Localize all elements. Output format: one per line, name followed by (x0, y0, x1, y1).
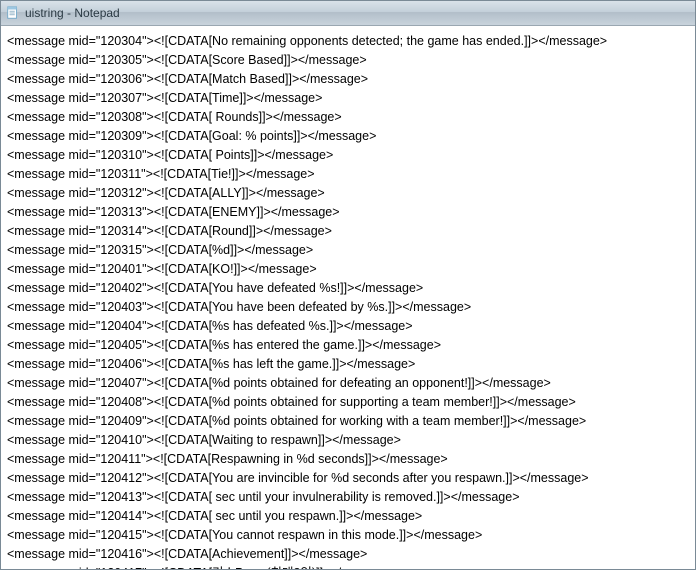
message-line: <message mid="120307"><![CDATA[Time]]></… (7, 89, 689, 108)
message-line: <message mid="120413"><![CDATA[ sec unti… (7, 488, 689, 507)
message-line: <message mid="120410"><![CDATA[Waiting t… (7, 431, 689, 450)
message-line: <message mid="120312"><![CDATA[ALLY]]></… (7, 184, 689, 203)
message-line: <message mid="120402"><![CDATA[You have … (7, 279, 689, 298)
message-line: <message mid="120406"><![CDATA[%s has le… (7, 355, 689, 374)
message-line: <message mid="120414"><![CDATA[ sec unti… (7, 507, 689, 526)
message-line: <message mid="120314"><![CDATA[Round]]><… (7, 222, 689, 241)
message-line: <message mid="120415"><![CDATA[You canno… (7, 526, 689, 545)
message-line: <message mid="120401"><![CDATA[KO!]]></m… (7, 260, 689, 279)
titlebar[interactable]: uistring - Notepad (1, 1, 695, 26)
message-line: <message mid="120313"><![CDATA[ENEMY]]><… (7, 203, 689, 222)
message-line: <message mid="120310"><![CDATA[ Points]]… (7, 146, 689, 165)
message-line: <message mid="120304"><![CDATA[No remain… (7, 32, 689, 51)
message-line: <message mid="120417"><![CDATA[리스Pawn(최대… (7, 564, 689, 569)
message-line: <message mid="120407"><![CDATA[%d points… (7, 374, 689, 393)
message-line: <message mid="120412"><![CDATA[You are i… (7, 469, 689, 488)
message-line: <message mid="120309"><![CDATA[Goal: % p… (7, 127, 689, 146)
message-line: <message mid="120306"><![CDATA[Match Bas… (7, 70, 689, 89)
message-line: <message mid="120308"><![CDATA[ Rounds]]… (7, 108, 689, 127)
message-line: <message mid="120305"><![CDATA[Score Bas… (7, 51, 689, 70)
message-line: <message mid="120311"><![CDATA[Tie!]]></… (7, 165, 689, 184)
notepad-window: uistring - Notepad <message mid="120304"… (0, 0, 696, 570)
message-line: <message mid="120409"><![CDATA[%d points… (7, 412, 689, 431)
notepad-icon (5, 5, 21, 21)
message-line: <message mid="120315"><![CDATA[%d]]></me… (7, 241, 689, 260)
message-line: <message mid="120403"><![CDATA[You have … (7, 298, 689, 317)
message-line: <message mid="120405"><![CDATA[%s has en… (7, 336, 689, 355)
message-line: <message mid="120416"><![CDATA[Achieveme… (7, 545, 689, 564)
window-title: uistring - Notepad (25, 6, 120, 20)
message-line: <message mid="120411"><![CDATA[Respawnin… (7, 450, 689, 469)
message-line: <message mid="120404"><![CDATA[%s has de… (7, 317, 689, 336)
message-line: <message mid="120408"><![CDATA[%d points… (7, 393, 689, 412)
text-area[interactable]: <message mid="120304"><![CDATA[No remain… (1, 26, 695, 569)
